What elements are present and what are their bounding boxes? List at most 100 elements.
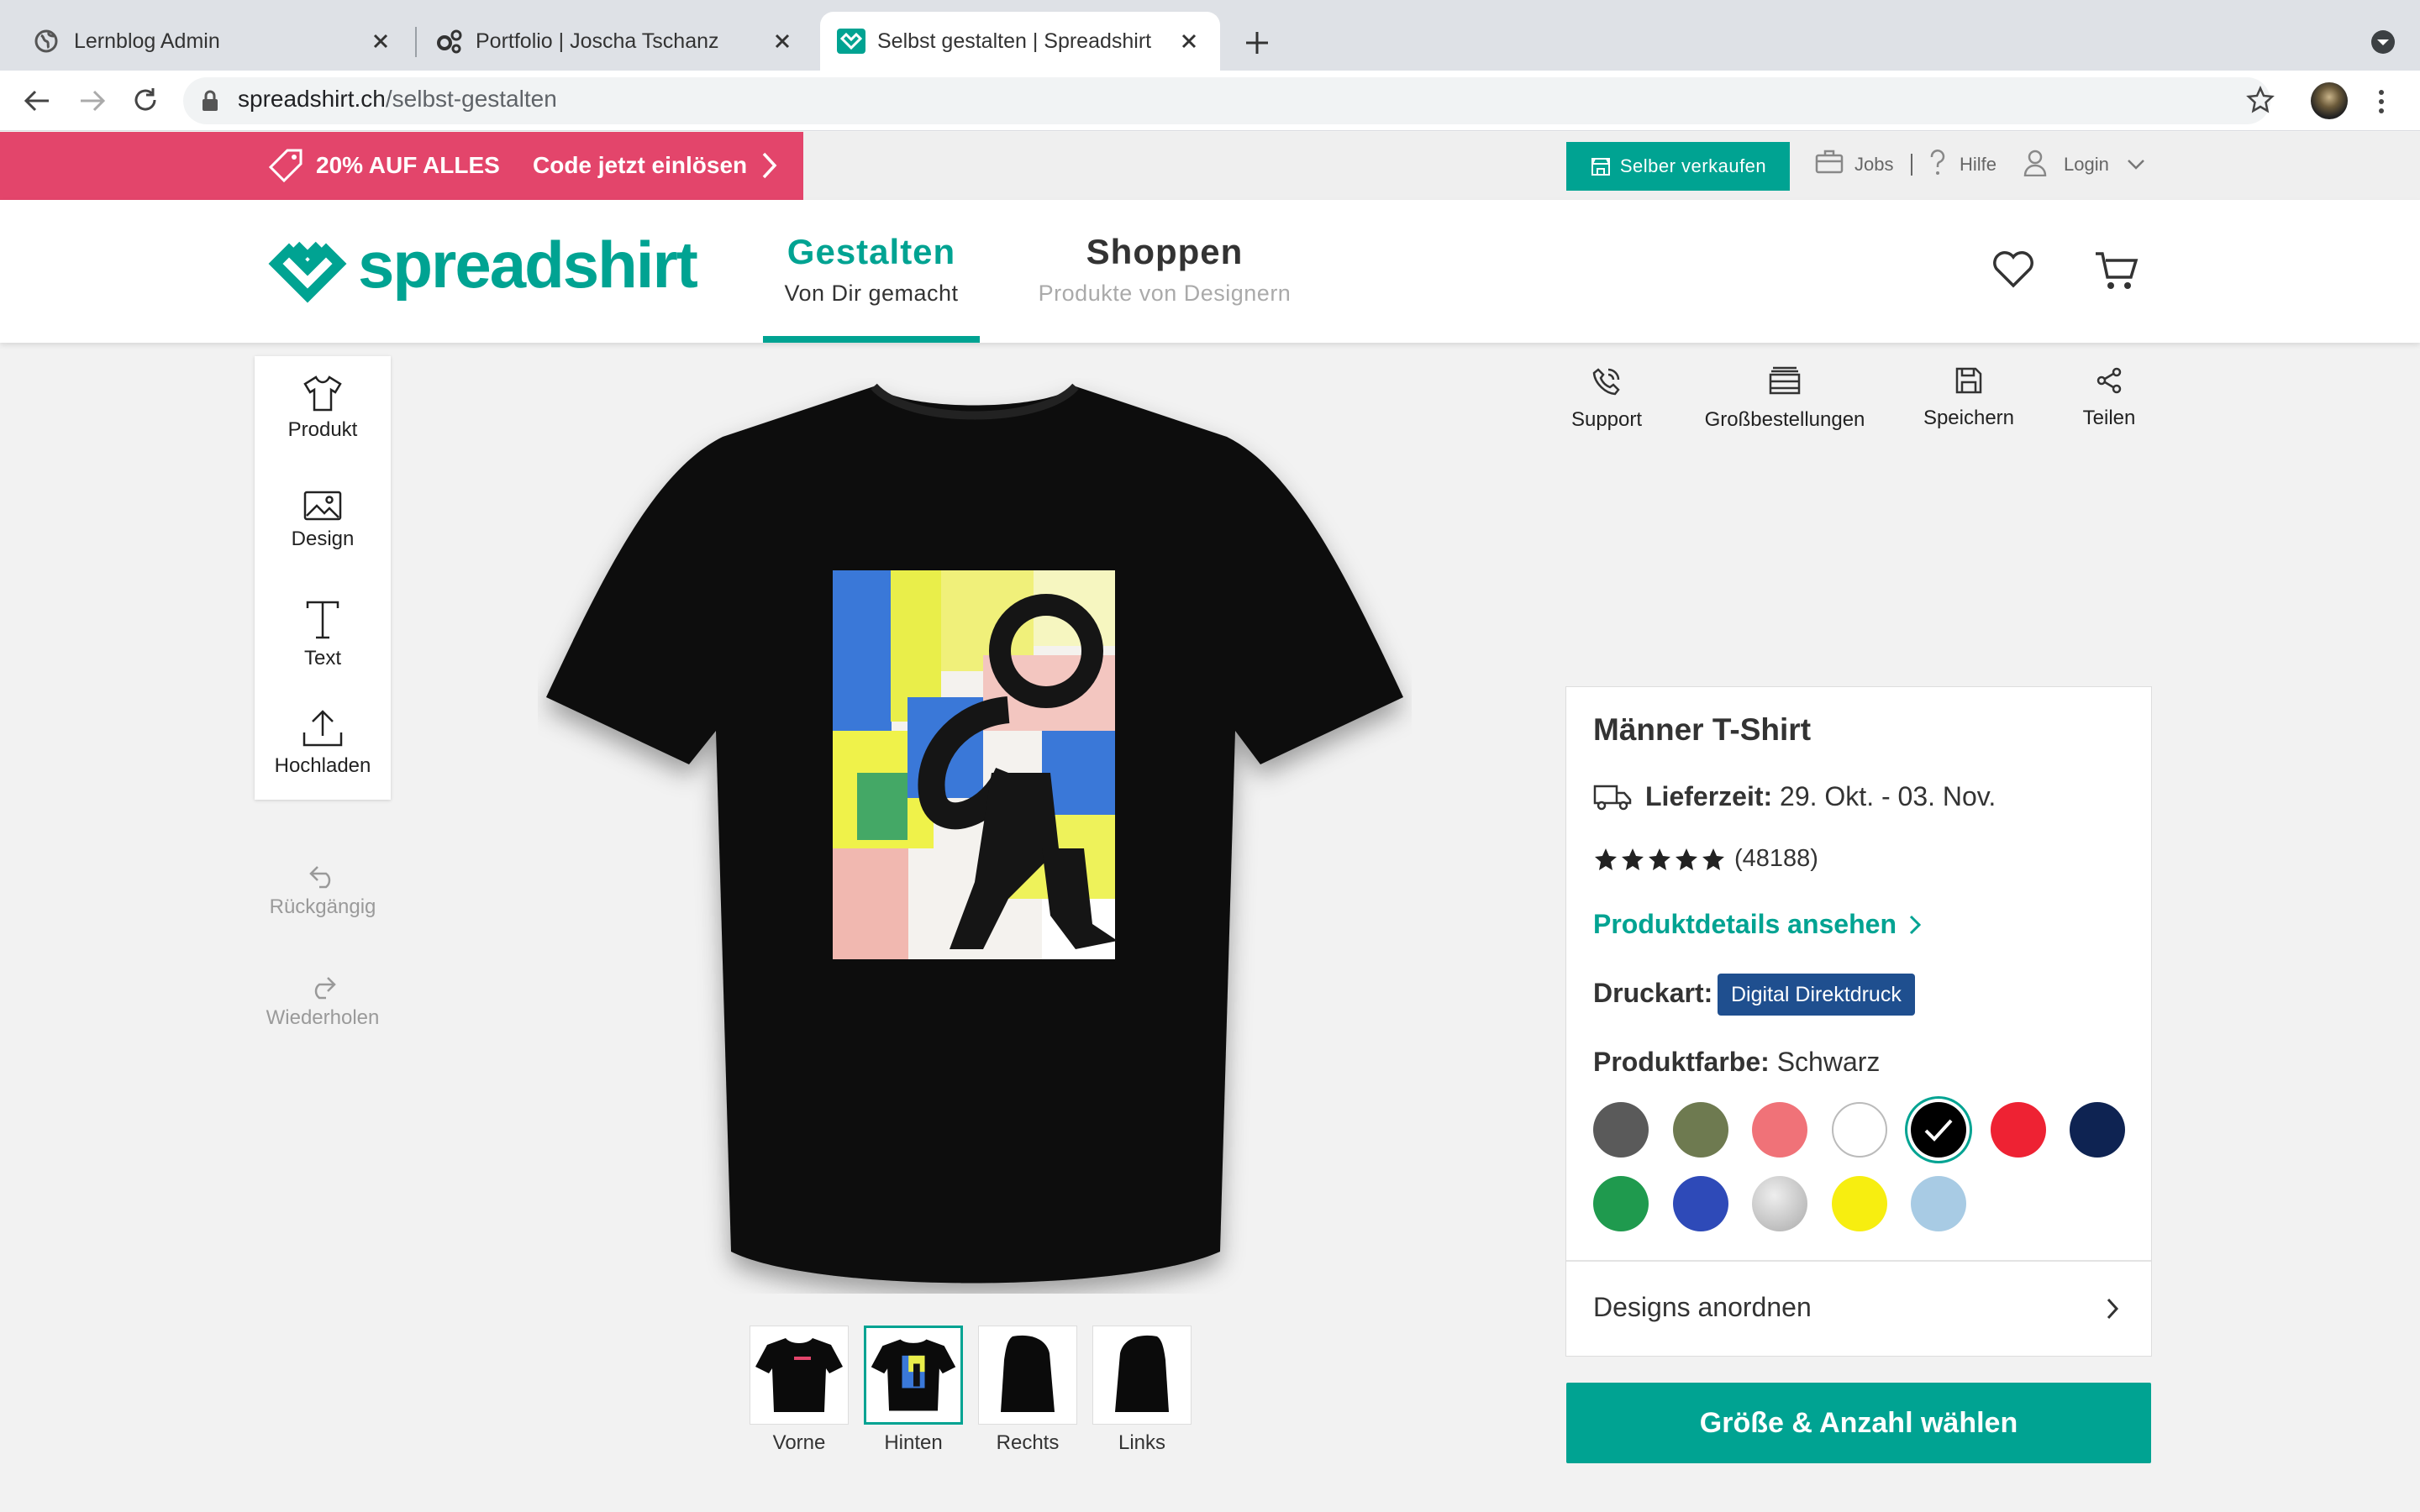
menu-dots-icon[interactable] [2375,87,2388,116]
tshirt-right-thumb [1001,1335,1055,1412]
delivery-label: Lieferzeit: [1645,781,1773,811]
bookmark-star-icon[interactable] [2246,86,2275,114]
close-icon[interactable] [368,29,393,54]
color-swatch[interactable] [1672,1176,1728,1231]
close-icon[interactable] [770,29,795,54]
login-link[interactable]: Login [2064,154,2109,176]
action-label: Support [1570,408,1643,431]
details-link-label: Produktdetails ansehen [1593,909,1897,939]
view-thumb-rechts[interactable] [978,1326,1077,1425]
view-thumb-links[interactable] [1092,1326,1192,1425]
color-swatch[interactable] [1911,1176,1966,1231]
nav-title: Gestalten [786,232,956,271]
tool-produkt[interactable]: Produkt [255,375,391,442]
chevron-down-icon[interactable] [2126,158,2146,171]
save-icon [1955,367,1982,394]
delivery-value: 29. Okt. - 03. Nov. [1780,781,1996,811]
user-icon [2023,150,2047,176]
color-swatch[interactable] [1752,1102,1807,1158]
support-button[interactable]: Support [1563,366,1650,432]
chevron-right-icon [1909,915,1922,934]
help-link[interactable]: Hilfe [1960,154,1996,176]
storefront-icon [1591,158,1610,176]
url-path: /selbst-gestalten [385,86,557,112]
lock-icon[interactable] [200,89,220,113]
reload-icon[interactable] [131,86,160,114]
jobs-link[interactable]: Jobs [1854,154,1893,176]
back-print-design[interactable] [833,570,1118,959]
sell-button-label: Selber verkaufen [1619,155,1767,176]
tshirt-left-thumb [1115,1335,1169,1412]
color-swatches [1593,1102,2131,1236]
star-icon [1702,848,1724,870]
url-text[interactable]: spreadshirt.ch/selbst-gestalten [238,86,557,113]
nav-shoppen[interactable]: Shoppen Produkte von Designern [1028,232,1301,307]
url-host: spreadshirt.ch [238,86,386,112]
tab-title: Portfolio | Joscha Tschanz [476,29,719,53]
heart-icon[interactable] [1991,250,2035,289]
review-count[interactable]: (48188) [1734,845,1818,873]
spreadshirt-logo-text[interactable]: spreadshirt [358,227,698,303]
view-thumb-hinten[interactable] [864,1326,963,1425]
nav-active-indicator [763,336,980,343]
delivery-info: Lieferzeit: 29. Okt. - 03. Nov. [1645,781,1996,812]
forward-icon[interactable] [77,87,108,114]
color-swatch[interactable] [1752,1176,1807,1231]
sell-button[interactable]: Selber verkaufen [1566,142,1790,191]
tshirt-icon [303,375,342,412]
action-label: Großbestellungen [1704,408,1865,431]
arrange-designs-row[interactable]: Designs anordnen [1566,1262,2151,1356]
spreadshirt-logo-icon[interactable] [267,235,348,304]
tab-title: Selbst gestalten | Spreadshirt [877,29,1152,53]
new-tab-icon[interactable] [1243,29,1271,57]
tool-label: Hochladen [274,754,371,777]
color-value: Schwarz [1776,1047,1881,1077]
color-swatch[interactable] [1672,1102,1728,1158]
color-swatch[interactable] [2070,1102,2125,1158]
share-button[interactable]: Teilen [2077,366,2141,430]
tool-hochladen[interactable]: Hochladen [255,709,391,778]
bulk-order-button[interactable]: Großbestellungen [1696,366,1874,432]
delivery-truck-icon [1593,785,1632,811]
chevron-right-icon [2107,1298,2119,1320]
color-swatch[interactable] [1831,1102,1887,1158]
color-swatch[interactable] [1593,1102,1649,1158]
tab-portfolio[interactable]: Portfolio | Joscha Tschanz [418,12,813,71]
tshirt-preview[interactable] [538,378,1412,1294]
nav-gestalten[interactable]: Gestalten Von Dir gemacht [763,232,980,307]
action-label: Speichern [1923,407,2015,429]
color-swatch[interactable] [1593,1176,1649,1231]
nav-title: Shoppen [1086,232,1244,271]
print-type-badge[interactable]: Digital Direktdruck [1718,974,1915,1016]
redo-button[interactable]: Wiederholen [255,974,391,1030]
tab-separator [415,27,417,57]
tab-search-icon[interactable] [2370,29,2396,55]
save-button[interactable]: Speichern [1919,366,2018,430]
color-swatch[interactable] [1990,1102,2046,1158]
promo-banner[interactable]: 20% AUF ALLES Code jetzt einlösen [0,132,803,200]
tab-spreadshirt[interactable]: Selbst gestalten | Spreadshirt [820,12,1220,71]
close-icon[interactable] [1176,29,1202,54]
view-thumb-vorne[interactable] [750,1326,849,1425]
undo-button[interactable]: Rückgängig [255,864,391,919]
star-icon [1595,848,1617,870]
choose-size-quantity-button[interactable]: Größe & Anzahl wählen [1566,1383,2151,1463]
back-icon[interactable] [22,87,52,114]
action-label: Teilen [2082,407,2136,429]
cart-icon[interactable] [2094,250,2139,292]
tab-lernblog[interactable]: Lernblog Admin [0,12,412,71]
tshirt-back-thumb [871,1339,956,1411]
design-tools-panel: Produkt Design Text Hochladen [255,356,391,800]
profile-avatar[interactable] [2311,82,2348,119]
upload-icon [302,710,343,747]
color-swatch[interactable] [1831,1176,1887,1231]
print-label: Druckart: [1593,978,1713,1008]
color-swatch[interactable] [1911,1102,1966,1158]
promo-redeem-link[interactable]: Code jetzt einlösen [533,152,747,179]
tool-text[interactable]: Text [255,600,391,670]
redo-label: Wiederholen [266,1006,380,1029]
star-icon [1622,848,1644,870]
divider [1911,154,1912,176]
tool-design[interactable]: Design [255,491,391,551]
product-details-link[interactable]: Produktdetails ansehen [1593,909,1922,940]
